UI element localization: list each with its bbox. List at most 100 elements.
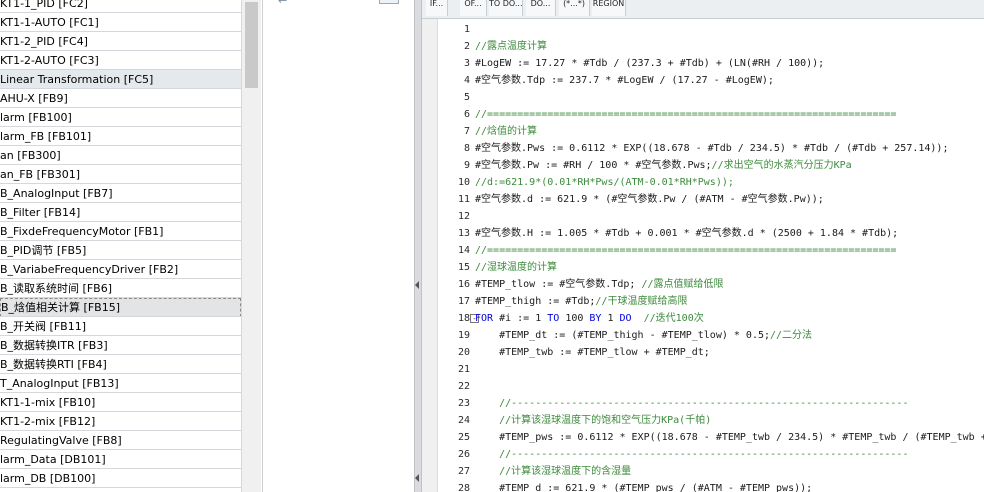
line-number: 1	[463, 24, 470, 35]
collapse-left-icon[interactable]	[415, 474, 419, 482]
code-comment: //======================================…	[475, 245, 897, 256]
code-line[interactable]: //露点温度计算	[475, 38, 547, 55]
code-line[interactable]: FOR #i := 1 TO 100 BY 1 DO //迭代100次	[475, 310, 704, 327]
code-text: 1	[601, 313, 620, 324]
code-line[interactable]: #TEMP_thigh := #Tdb;//干球温度赋给高限	[475, 293, 687, 310]
code-area[interactable]: 1 2 //露点温度计算 3 #LogEW := 17.27 * #Tdb / (237…	[438, 19, 984, 492]
code-text: #TEMP_pws := 0.6112 * EXP((18.678 - #TEM…	[499, 432, 984, 443]
project-tree: KT1-1_PID [FC2] KT1-1-AUTO [FC1] KT1-2_PID…	[0, 0, 241, 492]
of-button[interactable]: OF...	[460, 0, 487, 16]
code-line[interactable]: #TEMP_pws := 0.6112 * EXP((18.678 - #TEM…	[475, 429, 984, 446]
line-number: 25	[457, 432, 470, 443]
tree-item[interactable]: B_VariabeFrequencyDriver [FB2]	[0, 260, 241, 279]
line-number: 6	[463, 109, 470, 120]
code-line[interactable]: #空气参数.d := 621.9 * (#空气参数.Pw / (#ATM - #…	[475, 191, 824, 208]
line-number: 27	[457, 466, 470, 477]
line-number: 16	[457, 279, 470, 290]
tree-item[interactable]: KT1-2_PID [FC4]	[0, 32, 241, 51]
code-editor: IF... OF... TO DO... DO... (*...*) REGION 1 2 /…	[422, 0, 984, 492]
code-keyword: DO	[619, 313, 632, 324]
code-text: #空气参数.Pws := 0.6112 * EXP((18.678 - #Tdb…	[475, 143, 949, 154]
comment-button[interactable]: (*...*)	[559, 0, 590, 16]
if-button[interactable]: IF...	[426, 0, 448, 16]
tree-item[interactable]: B_开关阀 [FB11]	[0, 317, 241, 336]
code-comment: //======================================…	[475, 109, 897, 120]
line-number: 10	[457, 177, 470, 188]
tree-item[interactable]: Linear Transformation [FC5]	[0, 70, 241, 89]
line-number: 14	[457, 245, 470, 256]
code-comment: //--------------------------------------…	[475, 449, 909, 460]
line-number: 12	[457, 211, 470, 222]
tree-scrollbar[interactable]	[241, 0, 261, 492]
tree-item[interactable]: KT1-2-AUTO [FC3]	[0, 51, 241, 70]
code-line[interactable]: //======================================…	[475, 242, 896, 259]
code-text: 100	[559, 313, 590, 324]
code-comment: //计算该湿球温度下的含湿量	[475, 466, 632, 477]
tree-item[interactable]: B_FixdeFrequencyMotor [FB1]	[0, 222, 241, 241]
collapse-left-icon[interactable]	[415, 281, 419, 289]
tree-item[interactable]: KT1-1-AUTO [FC1]	[0, 13, 241, 32]
code-line[interactable]: #TEMP_dt := (#TEMP_thigh - #TEMP_tlow) *…	[475, 327, 812, 344]
tree-item[interactable]: B_读取系统时间 [FB6]	[0, 279, 241, 298]
panel-toggle-button[interactable]	[379, 0, 399, 4]
tree-item[interactable]: AHU-X [FB9]	[0, 89, 241, 108]
tree-item[interactable]: T_AnalogInput [FB13]	[0, 374, 241, 393]
code-line[interactable]: //--------------------------------------…	[475, 446, 908, 463]
editor-gutter	[422, 19, 438, 492]
tree-item[interactable]: B_焓值相关计算 [FB15]	[0, 298, 241, 317]
tree-item[interactable]: an [FB300]	[0, 146, 241, 165]
code-text: #TEMP_twb := #TEMP_tlow + #TEMP_dt;	[475, 347, 710, 358]
line-number: 11	[457, 194, 470, 205]
code-comment: //露点温度计算	[475, 41, 548, 52]
panel-splitter[interactable]	[414, 0, 422, 492]
code-line[interactable]: #TEMP_twb := #TEMP_tlow + #TEMP_dt;	[475, 344, 710, 361]
line-number: 4	[463, 75, 470, 86]
code-comment: //干球温度赋给高限	[595, 296, 688, 307]
code-comment: //d:=621.9*(0.01*RH*Pws/(ATM-0.01*RH*Pws…	[475, 177, 734, 188]
arrow-icon[interactable]: ←	[278, 0, 287, 7]
code-line[interactable]: #LogEW := 17.27 * #Tdb / (237.3 + #Tdb) …	[475, 55, 824, 72]
code-line[interactable]: //湿球温度的计算	[475, 259, 557, 276]
code-line[interactable]: #空气参数.Tdp := 237.7 * #LogEW / (17.27 - #…	[475, 72, 774, 89]
code-line[interactable]: #空气参数.H := 1.005 * #Tdb + 0.001 * #空气参数.…	[475, 225, 898, 242]
line-number: 20	[457, 347, 470, 358]
code-comment: //二分法	[770, 330, 813, 341]
line-number: 15	[457, 262, 470, 273]
line-number: 19	[457, 330, 470, 341]
code-text: #空气参数.H := 1.005 * #Tdb + 0.001 * #空气参数.…	[475, 228, 899, 239]
code-line[interactable]: //--------------------------------------…	[475, 395, 908, 412]
to-do-button[interactable]: TO DO...	[489, 0, 523, 16]
tree-item[interactable]: larm [FB100]	[0, 108, 241, 127]
code-line[interactable]: #空气参数.Pws := 0.6112 * EXP((18.678 - #Tdb…	[475, 140, 948, 157]
tree-scrollbar-thumb[interactable]	[245, 2, 258, 88]
code-line[interactable]: //======================================…	[475, 106, 896, 123]
tree-item[interactable]: larm_Data [DB101]	[0, 450, 241, 469]
line-number: 28	[457, 483, 470, 492]
code-line[interactable]: //焓值的计算	[475, 123, 537, 140]
tree-item[interactable]: B_AnalogInput [FB7]	[0, 184, 241, 203]
tree-item[interactable]: B_Filter [FB14]	[0, 203, 241, 222]
code-line[interactable]: //计算该湿球温度下的含湿量	[475, 463, 631, 480]
editor-toolbar: IF... OF... TO DO... DO... (*...*) REGION	[422, 0, 984, 19]
region-button[interactable]: REGION	[592, 0, 626, 16]
do-button[interactable]: DO...	[526, 0, 556, 16]
code-line[interactable]: #空气参数.Pw := #RH / 100 * #空气参数.Pws;//求出空气…	[475, 157, 852, 174]
code-line[interactable]: #TEMP_d := 621.9 * (#TEMP_pws / (#ATM - …	[475, 480, 812, 492]
code-line[interactable]: #TEMP_tlow := #空气参数.Tdp; //露点值赋给低限	[475, 276, 723, 293]
line-number: 18	[457, 313, 470, 324]
code-line[interactable]: //计算该湿球温度下的饱和空气压力KPa(千帕)	[475, 412, 711, 429]
tree-item[interactable]: RegulatingValve [FB8]	[0, 431, 241, 450]
tree-item[interactable]: an_FB [FB301]	[0, 165, 241, 184]
tree-item[interactable]: B_数据转换RTI [FB4]	[0, 355, 241, 374]
code-line[interactable]: //d:=621.9*(0.01*RH*Pws/(ATM-0.01*RH*Pws…	[475, 174, 734, 191]
tree-item[interactable]: B_PID调节 [FB5]	[0, 241, 241, 260]
tree-item[interactable]: larm_FB [FB101]	[0, 127, 241, 146]
tree-item[interactable]: KT1-2-mix [FB12]	[0, 412, 241, 431]
line-number: 3	[463, 58, 470, 69]
line-number: 5	[463, 92, 470, 103]
tree-item[interactable]: KT1-1-mix [FB10]	[0, 393, 241, 412]
tree-item[interactable]: larm_DB [DB100]	[0, 469, 241, 488]
interface-panel: ←	[262, 0, 414, 492]
tree-item[interactable]: B_数据转换ITR [FB3]	[0, 336, 241, 355]
code-keyword: BY	[589, 313, 602, 324]
